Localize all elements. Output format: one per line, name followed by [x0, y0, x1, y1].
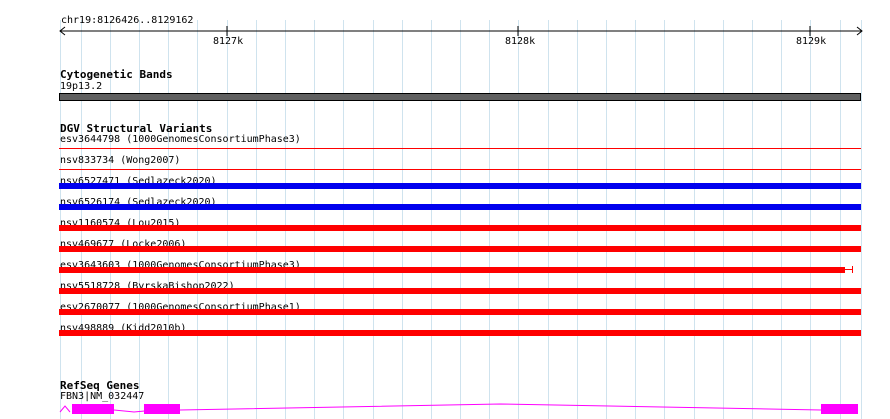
- intron-line: [59, 405, 71, 413]
- genome-browser-view: chr19:8126426..8129162 8127k 8128k 8129k…: [0, 0, 890, 419]
- gene-model[interactable]: [0, 0, 890, 419]
- exon-block: [72, 404, 114, 414]
- exon-block: [821, 404, 858, 414]
- intron-line: [179, 403, 822, 411]
- exon-block: [144, 404, 180, 414]
